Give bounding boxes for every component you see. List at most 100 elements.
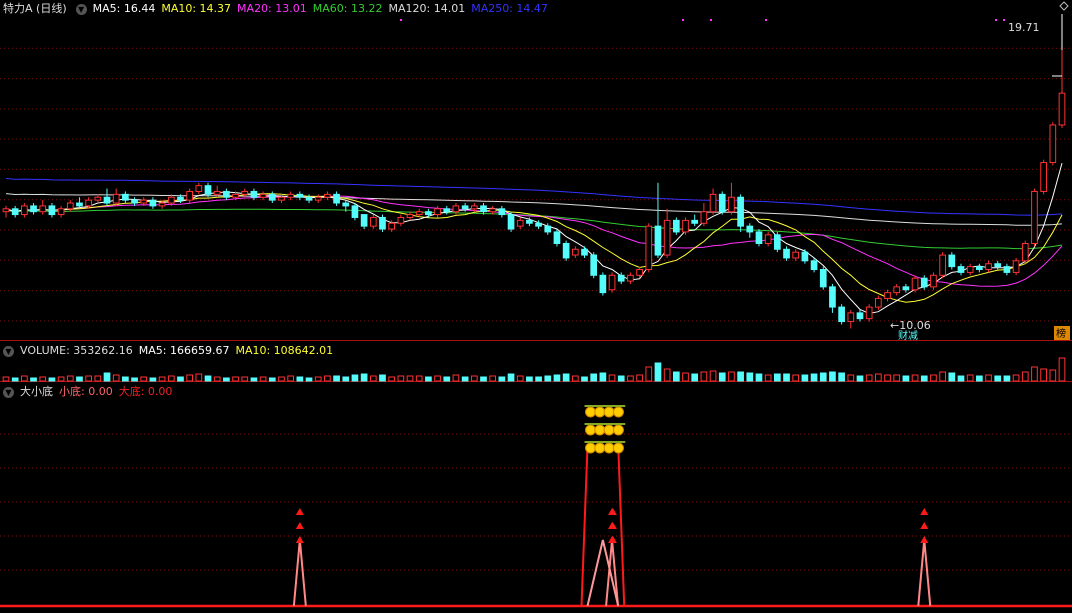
candle xyxy=(305,194,313,204)
candle xyxy=(718,191,726,215)
volume-bar xyxy=(57,376,65,382)
candle xyxy=(672,217,680,235)
candle xyxy=(1040,159,1047,195)
volume-bar xyxy=(856,375,864,382)
candle-body xyxy=(204,185,212,195)
volume-bar xyxy=(287,375,295,382)
volume-bar xyxy=(204,375,212,382)
volume-bar xyxy=(314,376,322,382)
candle xyxy=(893,283,901,296)
volume-bar xyxy=(902,375,910,382)
candle-body xyxy=(268,193,276,201)
marker-dot xyxy=(400,19,402,21)
indicator-chevron-icon[interactable]: ▼ xyxy=(3,386,14,398)
ma-label-3: MA60: 13.22 xyxy=(312,2,383,15)
indicator-plot xyxy=(0,1,1072,608)
coin-icon xyxy=(594,406,606,418)
candle-body xyxy=(875,297,882,308)
candle xyxy=(498,205,506,218)
grid-lines xyxy=(0,47,1072,571)
volume-bar xyxy=(158,376,166,382)
candle xyxy=(287,191,295,201)
candle-body xyxy=(232,193,239,198)
candle-body xyxy=(985,263,992,271)
volume-bar xyxy=(388,376,396,382)
candle-body xyxy=(1021,242,1029,262)
volume-bar xyxy=(434,375,441,382)
arrow-up-icon xyxy=(295,508,304,515)
candle xyxy=(94,194,102,204)
volume-bar xyxy=(30,377,37,382)
candle xyxy=(2,205,10,218)
candle-body xyxy=(434,208,441,216)
xiaodi-spike xyxy=(292,539,307,607)
volume-header: ▼ VOLUME: 353262.16 MA5: 166659.67 MA10: 10… xyxy=(0,342,345,360)
candle xyxy=(360,214,368,230)
volume-bar xyxy=(360,373,368,382)
header-chevron-icon[interactable]: ▼ xyxy=(75,3,87,15)
candle-body xyxy=(599,274,607,294)
volume-bar xyxy=(1049,369,1057,382)
volume-bar xyxy=(324,375,331,382)
candle xyxy=(333,191,340,206)
candle-body xyxy=(278,196,285,201)
candle xyxy=(397,214,405,227)
candle-body xyxy=(21,205,28,216)
candle xyxy=(957,263,965,276)
candle-body xyxy=(94,196,102,201)
volume-bar xyxy=(507,373,515,382)
ma-label-4: MA120: 14.01 xyxy=(388,2,466,15)
volume-bar xyxy=(195,373,203,382)
volume-bar xyxy=(553,374,561,382)
marker-dot xyxy=(710,19,712,21)
candle xyxy=(379,214,386,232)
candle-body xyxy=(691,219,699,224)
volume-bar xyxy=(608,374,616,382)
volume-bar xyxy=(581,376,588,382)
candle-body xyxy=(994,263,1002,268)
candle xyxy=(296,191,304,201)
kline-chart[interactable]: 19.71 ←10.06 财减 榜 xyxy=(0,0,1072,613)
candle xyxy=(608,272,616,293)
volume-bar xyxy=(131,377,138,382)
volume-bar xyxy=(930,374,937,382)
candle-body xyxy=(30,205,37,213)
candle xyxy=(1031,188,1038,247)
candle-body xyxy=(636,269,643,276)
volume-bar xyxy=(250,377,258,382)
candle-body xyxy=(415,211,423,216)
candle-body xyxy=(737,196,744,227)
candle-body xyxy=(397,216,405,224)
candle xyxy=(838,304,845,325)
candle-body xyxy=(342,202,350,207)
candle-body xyxy=(847,312,855,323)
volume-bar xyxy=(48,377,56,382)
candle xyxy=(571,246,579,258)
volume-bar xyxy=(865,374,873,382)
volume-bar xyxy=(663,368,671,382)
candle xyxy=(700,203,708,227)
volume-chevron-icon[interactable]: ▼ xyxy=(3,345,14,357)
candle-body xyxy=(617,274,625,282)
candle xyxy=(599,272,607,296)
ma-legend: MA5: 16.44 MA10: 14.37 MA20: 13.01 MA60: 13… xyxy=(93,2,554,15)
candle xyxy=(112,188,120,206)
volume-bar xyxy=(268,377,276,382)
volume-bar xyxy=(709,370,717,382)
candle-body xyxy=(461,205,469,210)
candle xyxy=(764,231,772,247)
candle-body xyxy=(11,208,19,216)
candle xyxy=(829,283,836,313)
volume-bar xyxy=(994,375,1002,382)
candle xyxy=(856,309,864,322)
candle xyxy=(902,283,910,293)
ma-label-2: MA20: 13.01 xyxy=(237,2,307,15)
coin-icon xyxy=(612,406,624,418)
volume-bar xyxy=(470,375,478,382)
volume-bar xyxy=(232,376,239,382)
candle xyxy=(507,211,515,232)
volume-label-1: MA5: 166659.67 xyxy=(138,344,230,357)
volume-bar xyxy=(773,373,781,382)
volume-bar xyxy=(755,373,763,382)
candle-body xyxy=(388,222,396,230)
